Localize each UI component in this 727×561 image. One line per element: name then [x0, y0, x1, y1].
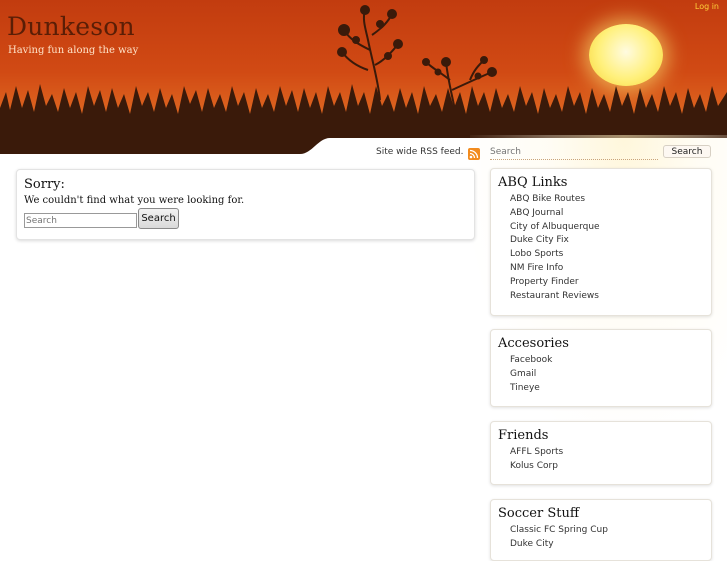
link-duke-city-fix[interactable]: Duke City Fix [510, 235, 569, 245]
link-facebook[interactable]: Facebook [510, 355, 552, 365]
widget-title: Friends [498, 428, 549, 443]
site-tagline: Having fun along the way [8, 45, 139, 56]
link-tineye[interactable]: Tineye [510, 383, 540, 393]
widget-soccer-stuff: Soccer Stuff Classic FC Spring Cup Duke … [490, 499, 712, 561]
main-search-button[interactable]: Search [138, 208, 179, 229]
list-item[interactable]: Facebook [510, 354, 552, 368]
not-found-box: Sorry: We couldn't find what you were lo… [16, 169, 475, 240]
list-item[interactable]: Duke City Fix [510, 234, 600, 248]
widget-link-list: Classic FC Spring Cup Duke City [510, 524, 608, 552]
main-search-input[interactable] [24, 213, 137, 228]
widget-link-list: AFFL Sports Kolus Corp [510, 446, 563, 474]
widget-link-list: Facebook Gmail Tineye [510, 354, 552, 395]
list-item[interactable]: Gmail [510, 368, 552, 382]
widget-title: Accesories [498, 336, 569, 351]
rss-feed-label[interactable]: Site wide RSS feed. [376, 147, 463, 157]
link-nm-fire-info[interactable]: NM Fire Info [510, 263, 563, 273]
list-item[interactable]: NM Fire Info [510, 262, 600, 276]
link-lobo-sports[interactable]: Lobo Sports [510, 249, 563, 259]
list-item[interactable]: Restaurant Reviews [510, 290, 600, 304]
list-item[interactable]: Kolus Corp [510, 460, 563, 474]
list-item[interactable]: Lobo Sports [510, 248, 600, 262]
link-duke-city[interactable]: Duke City [510, 539, 554, 549]
login-link[interactable]: Log in [695, 2, 719, 11]
link-property-finder[interactable]: Property Finder [510, 277, 579, 287]
widget-abq-links: ABQ Links ABQ Bike Routes ABQ Journal Ci… [490, 168, 712, 316]
list-item[interactable]: City of Albuquerque [510, 221, 600, 235]
link-kolus-corp[interactable]: Kolus Corp [510, 461, 558, 471]
link-city-of-albuquerque[interactable]: City of Albuquerque [510, 222, 600, 232]
widget-friends: Friends AFFL Sports Kolus Corp [490, 421, 712, 485]
not-found-heading: Sorry: [24, 177, 65, 192]
widget-link-list: ABQ Bike Routes ABQ Journal City of Albu… [510, 193, 600, 303]
list-item[interactable]: Tineye [510, 382, 552, 396]
site-title[interactable]: Dunkeson [7, 12, 135, 41]
link-classic-fc-spring-cup[interactable]: Classic FC Spring Cup [510, 525, 608, 535]
rss-feed-link[interactable]: Site wide RSS feed. [376, 146, 481, 160]
list-item[interactable]: AFFL Sports [510, 446, 563, 460]
list-item[interactable]: ABQ Bike Routes [510, 193, 600, 207]
rss-feed-icon[interactable] [468, 148, 481, 160]
sidebar-search-input[interactable] [490, 145, 658, 160]
link-restaurant-reviews[interactable]: Restaurant Reviews [510, 291, 599, 301]
list-item[interactable]: ABQ Journal [510, 207, 600, 221]
link-gmail[interactable]: Gmail [510, 369, 536, 379]
not-found-message: We couldn't find what you were looking f… [24, 195, 245, 206]
widget-accesories: Accesories Facebook Gmail Tineye [490, 329, 712, 407]
sidebar-search-button[interactable]: Search [663, 145, 711, 158]
link-abq-journal[interactable]: ABQ Journal [510, 208, 563, 218]
widget-title: ABQ Links [498, 175, 568, 190]
link-abq-bike-routes[interactable]: ABQ Bike Routes [510, 194, 585, 204]
list-item[interactable]: Property Finder [510, 276, 600, 290]
list-item[interactable]: Classic FC Spring Cup [510, 524, 608, 538]
widget-title: Soccer Stuff [498, 506, 580, 521]
link-affl-sports[interactable]: AFFL Sports [510, 447, 563, 457]
